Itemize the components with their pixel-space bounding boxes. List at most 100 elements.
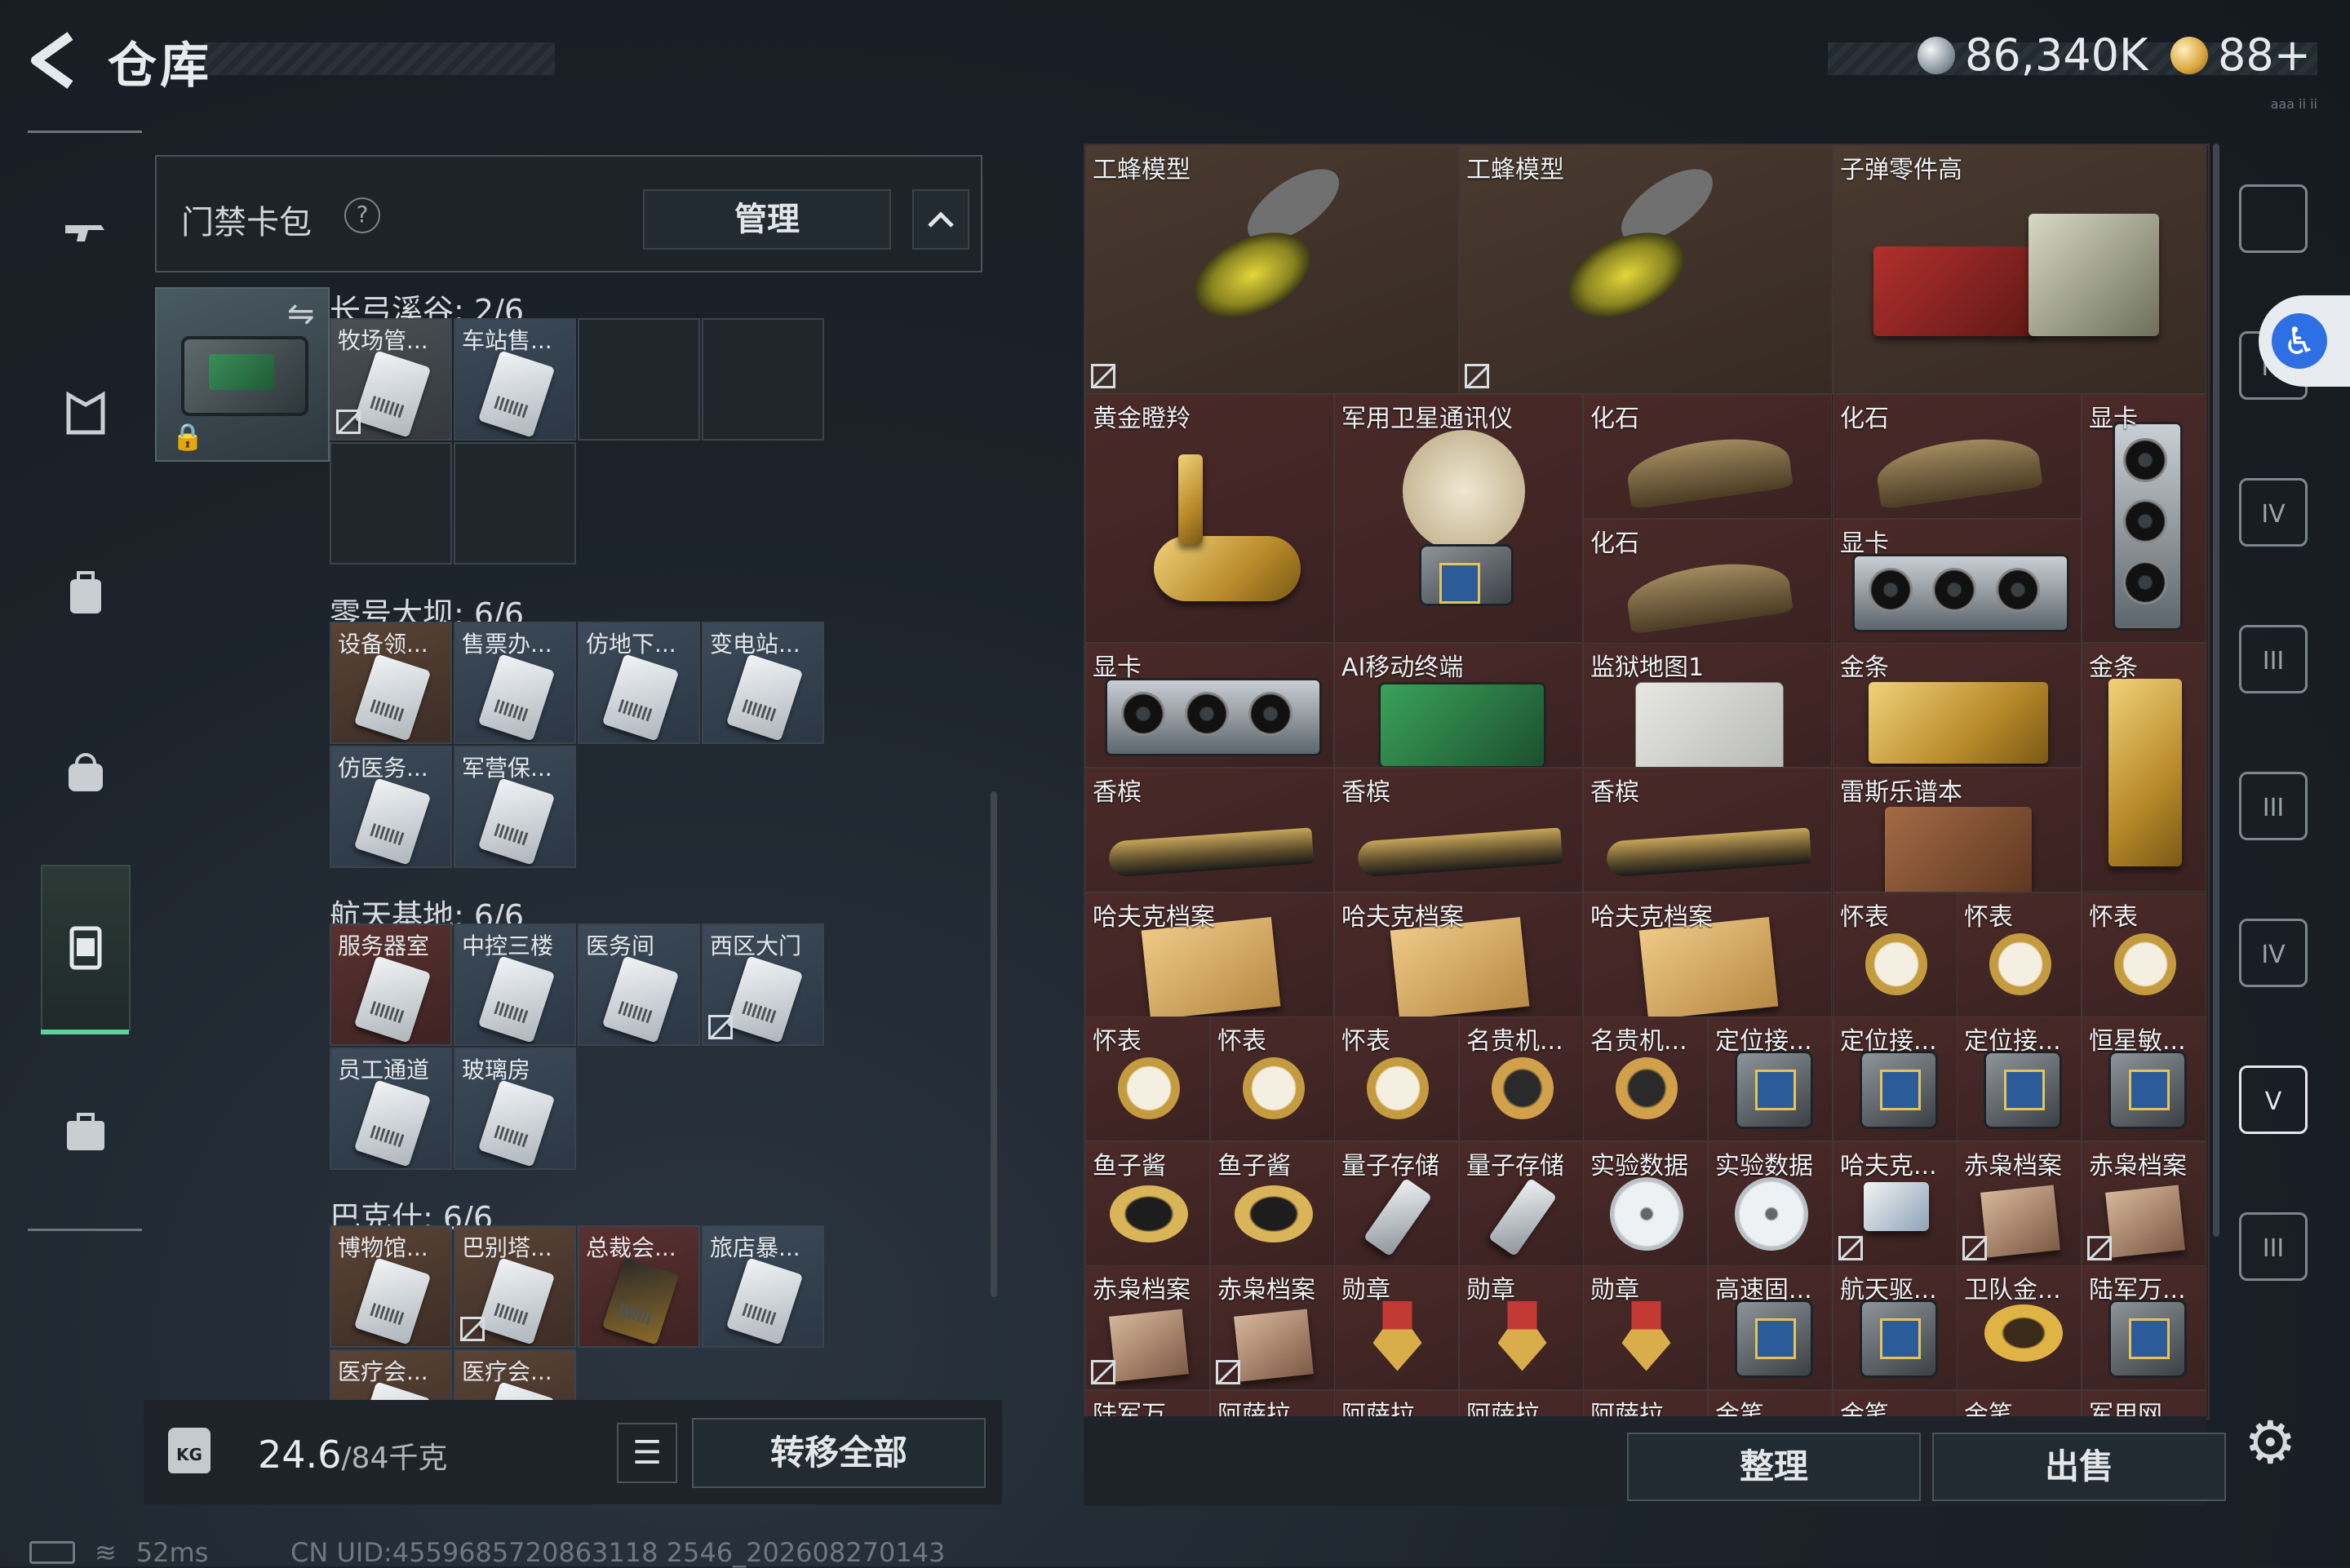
inventory-item[interactable]: 军用网... bbox=[2082, 1390, 2206, 1418]
currency-gold[interactable]: 88+ bbox=[2170, 29, 2311, 81]
keycard-slot[interactable]: 巴别塔... bbox=[454, 1225, 576, 1348]
inventory-item[interactable]: 哈夫克档案 bbox=[1334, 893, 1583, 1017]
keycard-slot[interactable]: 旅店暴... bbox=[702, 1225, 824, 1348]
inventory-item[interactable]: 黄金瞪羚 bbox=[1085, 394, 1334, 643]
inventory-item[interactable]: 实验数据 bbox=[1583, 1141, 1708, 1266]
inventory-item[interactable]: 陆军万... bbox=[1085, 1390, 1210, 1418]
keycard-groups[interactable]: 长弓溪谷: 2/6 牧场管... 车站售... 零号大坝: 6/6 设备领... 售票办.… bbox=[330, 286, 982, 1405]
inventory-item[interactable]: 军用卫星通讯仪 bbox=[1334, 394, 1583, 643]
manage-button[interactable]: 管理 bbox=[643, 189, 891, 250]
keycard-slot[interactable]: 车站售... bbox=[454, 318, 576, 441]
inventory-item[interactable]: 子弹零件高 bbox=[1833, 145, 2206, 394]
inventory-item[interactable]: 怀表 bbox=[1833, 893, 1958, 1017]
keycard-slot[interactable]: 医疗会... bbox=[330, 1349, 452, 1405]
inventory-item[interactable]: 工蜂模型 bbox=[1459, 145, 1833, 394]
storage-iii-c-icon[interactable]: III bbox=[2239, 1212, 2308, 1281]
inventory-item[interactable]: 化石 bbox=[1833, 394, 2082, 519]
keycard-slot[interactable]: 医务间 bbox=[578, 924, 700, 1046]
inventory-item[interactable]: 赤枭档案 bbox=[1210, 1265, 1335, 1390]
inventory-item[interactable]: 金条 bbox=[2082, 643, 2206, 892]
inventory-item[interactable]: 怀表 bbox=[1210, 1017, 1335, 1141]
keycard-slot[interactable]: 服务器室 bbox=[330, 924, 452, 1046]
keycard-slot[interactable]: 员工通道 bbox=[330, 1048, 452, 1170]
backpack-icon[interactable] bbox=[60, 568, 111, 618]
armor-icon[interactable] bbox=[60, 388, 111, 439]
keycard-slot[interactable]: 军营保... bbox=[454, 746, 576, 868]
keycard-slot[interactable]: 变电站... bbox=[702, 622, 824, 744]
inventory-item[interactable]: 勋章 bbox=[1459, 1265, 1584, 1390]
empty-slot[interactable] bbox=[578, 318, 700, 441]
sort-button[interactable]: 整理 bbox=[1627, 1433, 1921, 1501]
briefcase-icon[interactable] bbox=[60, 1106, 111, 1157]
inventory-item[interactable]: 香槟 bbox=[1334, 768, 1583, 893]
gun-icon[interactable] bbox=[60, 209, 111, 259]
inventory-item[interactable]: 金条 bbox=[1833, 643, 2082, 768]
inventory-item[interactable]: 鱼子酱 bbox=[1210, 1141, 1335, 1266]
inventory-item[interactable]: 工蜂模型 bbox=[1085, 145, 1459, 394]
gear-icon[interactable]: ⚙ bbox=[2244, 1408, 2297, 1477]
inventory-item[interactable]: 勋章 bbox=[1334, 1265, 1459, 1390]
transfer-all-button[interactable]: 转移全部 bbox=[692, 1418, 986, 1488]
keycard-slot[interactable]: 售票办... bbox=[454, 622, 576, 744]
inventory-item[interactable]: 金笔 bbox=[1708, 1390, 1833, 1418]
inventory-item[interactable]: 金笔 bbox=[1833, 1390, 1958, 1418]
inventory-item[interactable]: 陆军万... bbox=[2082, 1265, 2206, 1390]
inventory-item[interactable]: 勋章 bbox=[1583, 1265, 1708, 1390]
inventory-item[interactable]: 赤枭档案 bbox=[2082, 1141, 2206, 1266]
scrollbar[interactable] bbox=[991, 791, 997, 1297]
sell-button[interactable]: 出售 bbox=[1932, 1433, 2226, 1501]
swap-icon[interactable]: ⇋ bbox=[287, 295, 315, 333]
currency-silver[interactable]: 86,340K bbox=[1918, 29, 2148, 81]
inventory-item[interactable]: 定位接... bbox=[1957, 1017, 2082, 1141]
inventory-item[interactable]: 实验数据 bbox=[1708, 1141, 1833, 1266]
keycard-slot[interactable]: 玻璃房 bbox=[454, 1048, 576, 1170]
inventory-item[interactable]: 定位接... bbox=[1708, 1017, 1833, 1141]
inventory-item[interactable]: 哈夫克档案 bbox=[1583, 893, 1832, 1017]
inventory-item[interactable]: 名贵机... bbox=[1459, 1017, 1584, 1141]
keycard-case-slot[interactable]: 🔒 ⇋ bbox=[155, 287, 330, 462]
inventory-item[interactable]: 阿萨拉... bbox=[1334, 1390, 1459, 1418]
inventory-item[interactable]: 赤枭档案 bbox=[1085, 1265, 1210, 1390]
inventory-item[interactable]: 恒星敏... bbox=[2082, 1017, 2206, 1141]
list-view-button[interactable]: ☰ bbox=[617, 1423, 677, 1483]
keycard-slot[interactable]: 中控三楼 bbox=[454, 924, 576, 1046]
inventory-item[interactable]: 监狱地图1 bbox=[1583, 643, 1832, 768]
inventory-item[interactable]: 航天驱... bbox=[1833, 1265, 1958, 1390]
inventory-item[interactable]: 怀表 bbox=[1334, 1017, 1459, 1141]
keycard-slot[interactable]: 设备领... bbox=[330, 622, 452, 744]
keycard-slot[interactable]: 牧场管... bbox=[330, 318, 452, 441]
inventory-item[interactable]: 哈夫克... bbox=[1833, 1141, 1958, 1266]
inventory-item[interactable]: 定位接... bbox=[1833, 1017, 1958, 1141]
keycard-slot[interactable]: 仿地下... bbox=[578, 622, 700, 744]
empty-slot[interactable] bbox=[702, 318, 824, 441]
inventory-item[interactable]: 名贵机... bbox=[1583, 1017, 1708, 1141]
storage-iii-b-icon[interactable]: III bbox=[2239, 772, 2308, 840]
inventory-item[interactable]: 量子存储 bbox=[1334, 1141, 1459, 1266]
keycard-slot[interactable]: 总裁会... bbox=[578, 1225, 700, 1348]
inventory-scrollbar[interactable] bbox=[2213, 144, 2219, 1237]
empty-slot[interactable] bbox=[330, 442, 452, 565]
keycard-slot[interactable]: 仿医务... bbox=[330, 746, 452, 868]
collapse-button[interactable] bbox=[912, 189, 969, 250]
storage-iv-b-icon[interactable]: IV bbox=[2239, 919, 2308, 987]
inventory-item[interactable]: 雷斯乐谱本 bbox=[1833, 768, 2082, 893]
keycard-slot[interactable]: 西区大门 bbox=[702, 924, 824, 1046]
keycard-slot[interactable]: 医疗会... bbox=[454, 1349, 576, 1405]
inventory-item[interactable]: 化石 bbox=[1583, 394, 1832, 519]
bag-icon[interactable] bbox=[60, 747, 111, 798]
inventory-item[interactable]: 化石 bbox=[1583, 519, 1832, 644]
storage-v-icon[interactable]: V bbox=[2239, 1065, 2308, 1134]
inventory-item[interactable]: 香槟 bbox=[1085, 768, 1334, 893]
keycard-slot[interactable]: 博物馆... bbox=[330, 1225, 452, 1348]
inventory-item[interactable]: 高速固... bbox=[1708, 1265, 1833, 1390]
inventory-item[interactable]: 赤枭档案 bbox=[1957, 1141, 2082, 1266]
help-icon[interactable]: ? bbox=[344, 197, 380, 233]
inventory-item[interactable]: 怀表 bbox=[1957, 893, 2082, 1017]
empty-slot[interactable] bbox=[454, 442, 576, 565]
inventory-item[interactable]: 鱼子酱 bbox=[1085, 1141, 1210, 1266]
inventory-item[interactable]: 阿萨拉... bbox=[1583, 1390, 1708, 1418]
home-icon[interactable] bbox=[2239, 184, 2308, 253]
back-arrow-icon[interactable] bbox=[23, 31, 88, 90]
inventory-item[interactable]: 显卡 bbox=[2082, 394, 2206, 643]
inventory-item[interactable]: 香槟 bbox=[1583, 768, 1832, 893]
